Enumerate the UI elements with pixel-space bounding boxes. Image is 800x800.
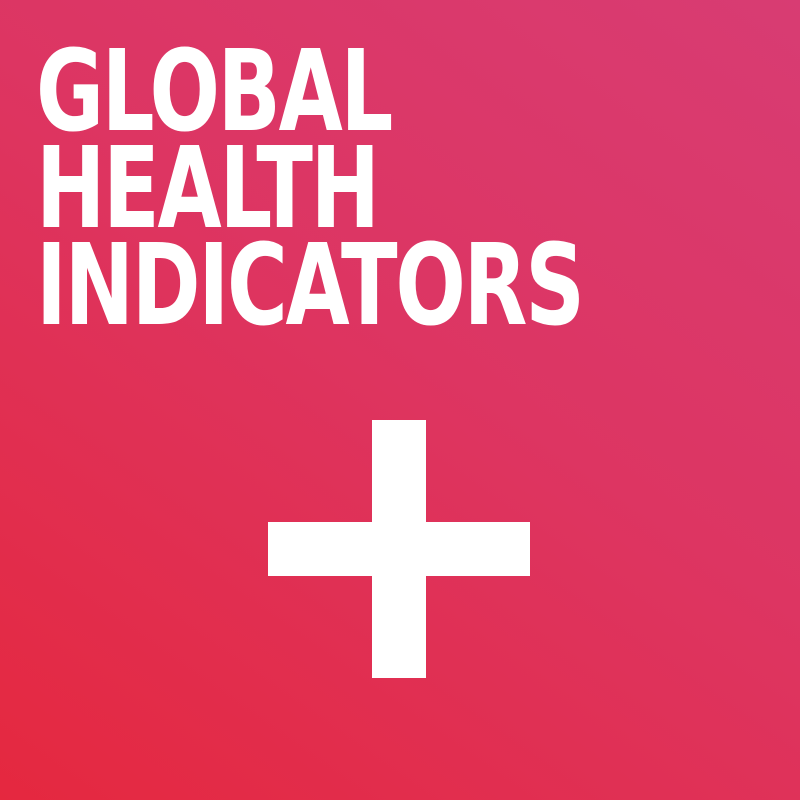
plus-icon [268, 420, 530, 678]
page-title: GLOBAL HEALTH INDICATORS [36, 36, 585, 351]
plus-horizontal-bar [268, 522, 530, 576]
title-line-3: INDICATORS [36, 221, 585, 351]
cover-tile: GLOBAL HEALTH INDICATORS [0, 0, 800, 800]
